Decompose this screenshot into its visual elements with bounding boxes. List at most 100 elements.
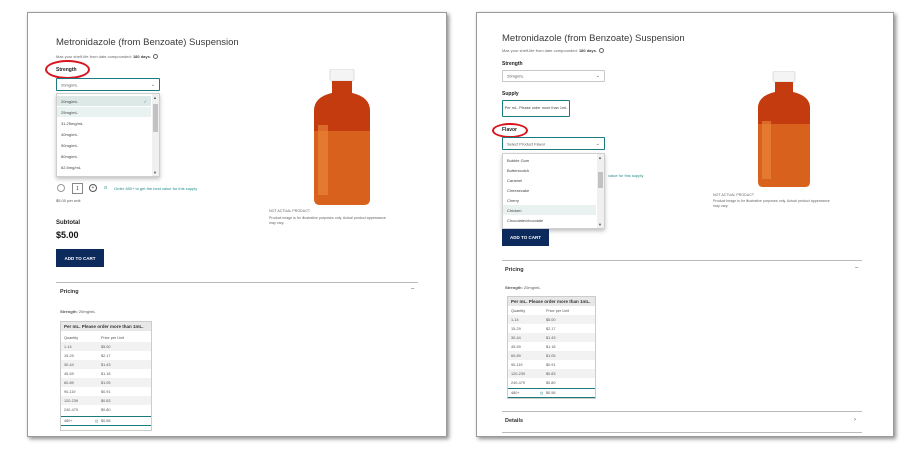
plus-icon[interactable]: +	[89, 184, 97, 192]
table-row: 120-239 $0.83	[61, 396, 151, 405]
strength-option[interactable]: 20mg/mL ✓	[57, 96, 151, 106]
flavor-dropdown-list: Bubble Gum Butterscotch Caramel Cheeseca…	[502, 153, 605, 229]
check-icon: ✓	[143, 98, 147, 104]
product-bottle-image	[758, 71, 810, 187]
image-subcaption: NOT ACTUAL PRODUCT	[269, 209, 311, 213]
product-title: Metronidazole (from Benzoate) Suspension	[56, 37, 239, 48]
price-per-unit: $5.00 per unit	[56, 198, 81, 203]
dropdown-scrollbar[interactable]: ▲ ▼	[597, 154, 604, 228]
table-row-best-value: 480+ ⊡ $0.58	[508, 388, 595, 398]
shelf-life-note: Max your shelf-life from date compounded…	[56, 54, 158, 60]
quantity-radio[interactable]	[57, 184, 65, 192]
add-to-cart-button[interactable]: ADD TO CART	[56, 249, 104, 267]
strength-option[interactable]: 40mg/mL	[57, 129, 151, 139]
subtotal-value: $5.00	[56, 230, 79, 240]
chevron-right-icon[interactable]: ›	[854, 417, 856, 423]
table-row: 45-59 $1.18	[64, 371, 111, 376]
strength-select[interactable]: 20mg/mL ⌄	[56, 78, 160, 91]
strength-select-value: 20mg/mL	[61, 82, 78, 87]
pricing-table: Per mL. Please order more than 1mL. Quan…	[60, 321, 152, 431]
flavor-option[interactable]: Chocolate/chocolate	[503, 215, 596, 225]
table-row: 15-29 $2.17	[64, 353, 111, 358]
scroll-down-icon[interactable]: ▼	[153, 170, 157, 175]
strength-label: Strength	[502, 61, 523, 67]
scroll-thumb[interactable]	[598, 172, 603, 188]
strength-label: Strength	[56, 67, 77, 73]
subtotal-label: Subtotal	[56, 220, 80, 226]
flavor-option[interactable]: Chicken	[503, 205, 596, 215]
table-row: 30-44 $1.43	[508, 333, 595, 342]
table-row: 240-479 $0.80	[64, 407, 111, 412]
supply-label: Supply	[502, 91, 519, 97]
table-row: 15-29 $2.17	[511, 326, 556, 331]
strength-select-value: 20mg/mL	[507, 73, 524, 79]
pricing-strength-line: Strength: 20mg/mL	[505, 285, 541, 290]
table-row: 60-89 $1.05	[61, 378, 151, 387]
strength-option[interactable]: 50mg/mL	[57, 140, 151, 150]
scroll-up-icon[interactable]: ▲	[598, 155, 602, 160]
details-section-title[interactable]: Details	[505, 418, 523, 424]
chevron-down-icon: ⌄	[595, 140, 600, 147]
table-row: 120-239 $0.83	[508, 369, 595, 378]
table-row-best-value: 480+ ⊡ $0.58	[61, 416, 151, 426]
strength-option[interactable]: 25mg/mL	[57, 107, 151, 117]
dropdown-scrollbar[interactable]: ▲ ▼	[152, 94, 159, 176]
discount-icon: ⊡	[104, 185, 108, 190]
collapse-icon[interactable]: –	[411, 286, 414, 292]
pricing-strength-line: Strength: 20mg/mL	[60, 309, 96, 314]
flavor-label: Flavor	[502, 127, 518, 133]
buy-more-link[interactable]: value for this supply	[608, 173, 643, 178]
scroll-thumb[interactable]	[153, 104, 158, 132]
flavor-option[interactable]: Caramel	[503, 175, 596, 185]
collapse-icon[interactable]: –	[855, 265, 858, 271]
divider	[502, 411, 862, 412]
divider	[502, 260, 862, 261]
pricing-table-header: Per mL. Please order more than 1mL.	[61, 322, 151, 331]
info-icon[interactable]	[152, 54, 158, 60]
supply-option-button[interactable]: Per mL. Please order more than 1mL	[502, 100, 570, 117]
table-row: 90-119 $0.91	[64, 389, 111, 394]
strength-dropdown-list: 20mg/mL ✓ 25mg/mL 31.25mg/mL 40mg/mL 50mg…	[56, 93, 160, 177]
buy-more-link[interactable]: Order 480+ to get the best value for thi…	[114, 186, 197, 191]
add-to-cart-button[interactable]: ADD TO CART	[502, 229, 549, 246]
divider	[502, 432, 862, 433]
pricing-table-columns: Quantity Price per Unit	[64, 335, 125, 340]
strength-option[interactable]: 80mg/mL	[57, 151, 151, 161]
table-row: 60-89 $1.05	[508, 351, 595, 360]
quantity-field[interactable]: 1	[72, 183, 83, 194]
shelf-life-note: Max your shelf-life from date compounded…	[502, 48, 604, 54]
table-row: 30-44 $1.43	[61, 360, 151, 369]
product-title: Metronidazole (from Benzoate) Suspension	[502, 33, 685, 44]
strength-option[interactable]: 62.5mg/mL	[57, 162, 151, 172]
table-row: 90-119 $0.91	[511, 362, 556, 367]
flavor-select-placeholder: Select Product Flavor	[507, 141, 546, 146]
image-caption: Product image is for illustrative purpos…	[269, 216, 386, 225]
info-icon[interactable]	[598, 48, 604, 54]
discount-icon: ⊡	[540, 391, 544, 396]
strength-select[interactable]: 20mg/mL ⌄	[502, 70, 605, 82]
flavor-select[interactable]: Select Product Flavor ⌄	[502, 137, 605, 150]
pricing-table: Per mL. Please order more than 1mL. Quan…	[507, 296, 596, 399]
table-row: 1-14 $5.00	[508, 315, 595, 324]
discount-icon: ⊡	[95, 419, 99, 424]
flavor-option[interactable]: Cherry	[503, 195, 596, 205]
table-row: 1-14 $5.00	[61, 342, 151, 351]
table-row: 240-479 $0.80	[511, 380, 556, 385]
image-caption: Product image is for illustrative purpos…	[713, 199, 830, 208]
product-panel-strength-dropdown: Metronidazole (from Benzoate) Suspension…	[27, 12, 447, 437]
strength-option[interactable]: 31.25mg/mL	[57, 118, 151, 128]
image-subcaption: NOT ACTUAL PRODUCT	[713, 193, 755, 197]
product-bottle-image	[314, 69, 370, 205]
flavor-option[interactable]: Bubble Gum	[503, 155, 596, 165]
chevron-down-icon: ⌄	[595, 73, 600, 79]
flavor-option[interactable]: Butterscotch	[503, 165, 596, 175]
pricing-section-title[interactable]: Pricing	[505, 267, 524, 273]
pricing-table-header: Per mL. Please order more than 1mL.	[508, 297, 595, 306]
scroll-down-icon[interactable]: ▼	[598, 222, 602, 227]
chevron-down-icon: ⌄	[150, 81, 155, 88]
divider	[56, 282, 418, 283]
flavor-option[interactable]: Cheesecake	[503, 185, 596, 195]
pricing-section-title[interactable]: Pricing	[60, 289, 79, 295]
table-row: 45-59 $1.18	[511, 344, 556, 349]
scroll-up-icon[interactable]: ▲	[153, 95, 157, 100]
